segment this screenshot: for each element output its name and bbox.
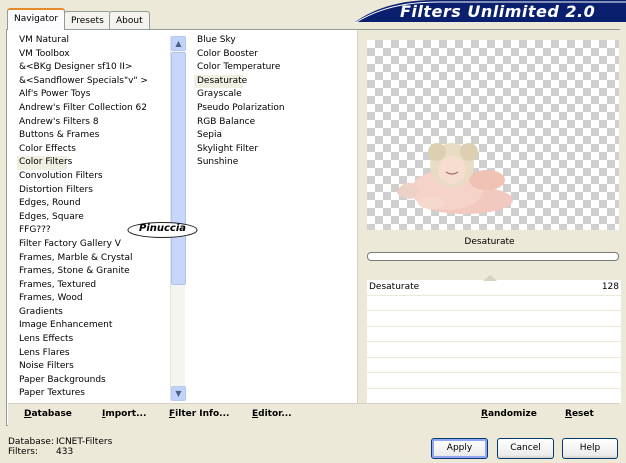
category-item[interactable]: Buttons & Frames xyxy=(17,129,169,143)
database-status-label: Database: xyxy=(8,437,54,447)
filter-item[interactable]: Desaturate xyxy=(194,74,247,89)
control-list: Desaturate 128 xyxy=(367,275,621,404)
database-button[interactable]: Database xyxy=(24,409,72,419)
control-label: Desaturate xyxy=(369,282,420,292)
category-item[interactable]: Frames, Marble & Crystal xyxy=(17,252,169,266)
filter-item[interactable]: RGB Balance xyxy=(194,116,354,130)
editor-button[interactable]: Editor... xyxy=(252,409,292,419)
category-item[interactable]: &<BKg Designer sf10 II> xyxy=(17,61,169,75)
database-status-value: ICNET-Filters xyxy=(56,437,113,447)
reset-button[interactable]: Reset xyxy=(565,409,594,419)
tab-about[interactable]: About xyxy=(109,11,150,29)
tab-navigator[interactable]: Navigator xyxy=(7,8,66,30)
banner-title: Filters Unlimited 2.0 xyxy=(400,2,596,21)
filter-item[interactable]: Sepia xyxy=(194,129,354,143)
category-item[interactable]: Paper Backgrounds xyxy=(17,374,169,388)
category-item[interactable]: Filter Factory Gallery V xyxy=(17,238,169,252)
control-row-empty xyxy=(367,327,621,342)
category-item[interactable]: Andrew's Filters 8 xyxy=(17,116,169,130)
progress-bar xyxy=(367,252,619,261)
category-item[interactable]: &<Sandflower Specials"v" > xyxy=(17,75,169,89)
control-row-empty xyxy=(367,358,621,373)
control-value: 128 xyxy=(601,282,619,292)
control-row[interactable]: Desaturate 128 xyxy=(367,275,621,296)
randomize-button[interactable]: Randomize xyxy=(481,409,537,419)
filter-item[interactable]: Grayscale xyxy=(194,88,354,102)
status-info: Database: ICNET-Filters Filters: 433 xyxy=(8,437,112,457)
category-item[interactable]: Convolution Filters xyxy=(17,170,169,184)
control-row-empty xyxy=(367,342,621,358)
category-item[interactable]: Frames, Stone & Granite xyxy=(17,265,169,279)
preview-panel: Desaturate Desaturate 128 xyxy=(357,30,621,404)
category-item[interactable]: Alf's Power Toys xyxy=(17,88,169,102)
scroll-down-icon[interactable]: ▼ xyxy=(171,386,186,401)
category-item[interactable]: Frames, Wood xyxy=(17,292,169,306)
control-row-empty xyxy=(367,311,621,327)
category-item[interactable]: Color Filters xyxy=(17,156,72,170)
import-button[interactable]: Import... xyxy=(102,409,146,419)
filter-item[interactable]: Skylight Filter xyxy=(194,143,354,157)
filter-info-button[interactable]: Filter Info... xyxy=(169,409,229,419)
filters-status-label: Filters: xyxy=(8,447,39,457)
filter-item[interactable]: Blue Sky xyxy=(194,34,354,48)
category-item[interactable]: Paper Textures xyxy=(17,387,169,401)
scroll-up-icon[interactable]: ▲ xyxy=(171,36,186,51)
category-item[interactable]: Lens Flares xyxy=(17,347,169,361)
category-item[interactable]: Frames, Textured xyxy=(17,279,169,293)
scroll-thumb[interactable] xyxy=(171,52,186,285)
category-item[interactable]: VM Toolbox xyxy=(17,48,169,62)
apply-button[interactable]: Apply xyxy=(431,438,488,459)
navigator-panel: VM Natural VM Toolbox &<BKg Designer sf10 … xyxy=(6,29,621,426)
category-item[interactable]: Noise Filters xyxy=(17,360,169,374)
filter-list[interactable]: Blue Sky Color Booster Color Temperature De… xyxy=(194,34,354,404)
category-list[interactable]: VM Natural VM Toolbox &<BKg Designer sf10 … xyxy=(17,34,169,404)
category-item[interactable]: Gradients xyxy=(17,306,169,320)
filter-item[interactable]: Sunshine xyxy=(194,156,354,170)
control-row-empty xyxy=(367,373,621,389)
control-row-empty xyxy=(367,296,621,311)
category-item[interactable]: Edges, Round xyxy=(17,197,169,211)
category-scrollbar[interactable]: ▲ ▼ xyxy=(170,36,186,401)
bottom-button-bar: Database Import... Filter Info... Editor… xyxy=(8,403,620,426)
filter-item[interactable]: Color Booster xyxy=(194,48,354,62)
doll-figure-image xyxy=(397,143,513,214)
category-item[interactable]: Image Enhancement xyxy=(17,319,169,333)
filter-item[interactable]: Color Temperature xyxy=(194,61,354,75)
category-item[interactable]: Lens Effects xyxy=(17,333,169,347)
filter-item[interactable]: Pseudo Polarization xyxy=(194,102,354,116)
category-item[interactable]: Distortion Filters xyxy=(17,184,169,198)
category-item[interactable]: Color Effects xyxy=(17,143,169,157)
preview-image xyxy=(367,40,619,230)
filters-status-value: 433 xyxy=(56,447,74,457)
watermark-text: Pinuccia xyxy=(138,223,187,234)
category-item[interactable]: Andrew's Filter Collection 62 xyxy=(17,102,169,116)
help-button[interactable]: Help xyxy=(562,438,618,459)
category-item[interactable]: VM Natural xyxy=(17,34,169,48)
preview-caption: Desaturate xyxy=(464,237,515,247)
cancel-button[interactable]: Cancel xyxy=(497,438,554,459)
slider-marker-icon xyxy=(483,275,497,281)
tab-presets[interactable]: Presets xyxy=(64,11,111,29)
